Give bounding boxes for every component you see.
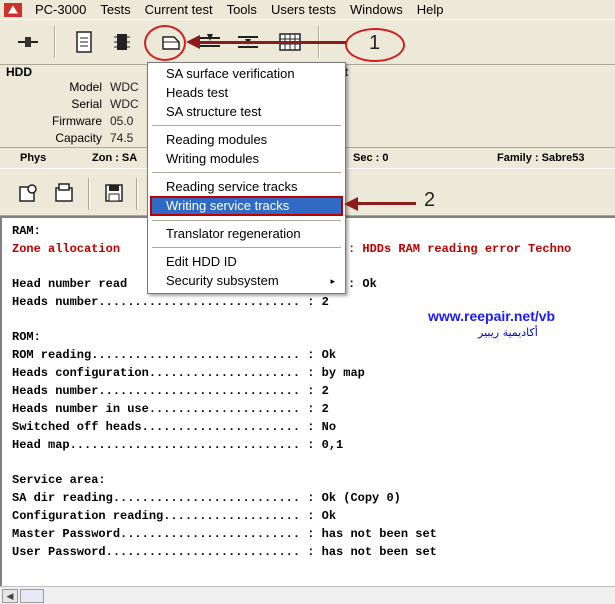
menu-pc3000[interactable]: PC-3000	[28, 2, 93, 17]
log-line: Master Password.........................…	[12, 527, 437, 541]
log-line-error: Zone allocation	[12, 242, 121, 256]
horizontal-scrollbar[interactable]: ◀	[0, 586, 615, 604]
hdd-serial-row: Serial WDC	[0, 97, 150, 114]
load-icon[interactable]	[50, 179, 78, 207]
scroll-thumb[interactable]	[20, 589, 44, 603]
status-family: Family : Sabre53	[497, 152, 585, 164]
menu-item-writing-modules[interactable]: Writing modules	[150, 150, 343, 168]
app-logo-icon	[4, 2, 22, 17]
menu-item-reading-modules[interactable]: Reading modules	[150, 131, 343, 149]
watermark-arabic: أكاديمية ريبير	[478, 326, 538, 339]
annotation-label-2: 2	[424, 189, 436, 211]
annotation-arrow-1-head	[186, 35, 200, 49]
log-line: ROM reading.............................…	[12, 348, 337, 362]
log-line: ROM:	[12, 330, 41, 344]
menu-users-tests[interactable]: Users tests	[264, 2, 343, 17]
toolbar-separator	[88, 178, 90, 210]
menu-item-reading-service-tracks[interactable]: Reading service tracks	[150, 178, 343, 196]
log-line: User Password...........................…	[12, 545, 437, 559]
log-line: Head map................................…	[12, 438, 344, 452]
hdd-model-row: Model WDC	[0, 80, 150, 97]
annotation-arrow-1-line	[196, 41, 346, 44]
menu-tests[interactable]: Tests	[93, 2, 137, 17]
menu-item-heads-test[interactable]: Heads test	[150, 84, 343, 102]
capacity-label: Capacity	[55, 131, 102, 145]
menu-item-edit-hdd-id[interactable]: Edit HDD ID	[150, 253, 343, 271]
log-line: Heads number............................…	[12, 384, 329, 398]
hdd-capacity-row: Capacity 74.5	[0, 131, 150, 148]
scroll-left-icon[interactable]: ◀	[2, 589, 18, 603]
toolbar-separator	[54, 26, 56, 58]
log-line: Heads number............................…	[12, 295, 329, 309]
annotation-arrow-2-head	[344, 197, 358, 211]
status-zone: Zon : SA	[92, 152, 138, 164]
info-icon[interactable]	[70, 28, 98, 56]
annotation-label-1: 1	[369, 32, 381, 54]
menu-windows[interactable]: Windows	[343, 2, 410, 17]
menu-separator	[152, 220, 341, 221]
serial-value: WDC	[110, 97, 139, 111]
menu-item-security-subsystem[interactable]: Security subsystem ▸	[150, 272, 343, 290]
log-line: Service area:	[12, 473, 106, 487]
menu-item-writing-service-tracks[interactable]: Writing service tracks	[150, 196, 343, 216]
log-line: RAM:	[12, 224, 41, 238]
menu-separator	[152, 247, 341, 248]
hdd-firmware-row: Firmware 05.0	[0, 114, 150, 131]
menu-help[interactable]: Help	[410, 2, 451, 17]
serial-label: Serial	[71, 97, 102, 111]
save-icon[interactable]	[100, 179, 128, 207]
log-line: Configuration reading...................…	[12, 509, 337, 523]
menu-current-test[interactable]: Current test	[138, 2, 220, 17]
menu-separator	[152, 172, 341, 173]
capacity-value: 74.5	[110, 131, 134, 145]
tests-dropdown-menu: SA surface verification Heads test SA st…	[147, 62, 346, 294]
menu-item-translator-regeneration[interactable]: Translator regeneration	[150, 225, 343, 243]
submenu-arrow-icon: ▸	[330, 276, 335, 286]
menu-separator	[152, 125, 341, 126]
log-line: Heads configuration.....................…	[12, 366, 365, 380]
connect-icon[interactable]	[14, 28, 42, 56]
log-line: Heads number in use.....................…	[12, 402, 329, 416]
status-sec: Sec : 0	[353, 152, 389, 164]
settings-icon[interactable]	[14, 179, 42, 207]
log-line: SA dir reading..........................…	[12, 491, 401, 505]
log-line-result: : Ok	[348, 277, 377, 291]
annotation-arrow-2-line	[354, 202, 416, 205]
menu-bar: PC-3000 Tests Current test Tools Users t…	[0, 0, 615, 19]
model-value: WDC	[110, 80, 139, 94]
menu-item-sa-surface-verification[interactable]: SA surface verification	[150, 65, 343, 83]
chip-icon[interactable]	[108, 28, 136, 56]
status-phys: Phys	[20, 152, 47, 164]
menu-item-sa-structure-test[interactable]: SA structure test	[150, 103, 343, 121]
firmware-value: 05.0	[110, 114, 134, 128]
annotation-circle-tests-button	[144, 25, 186, 61]
log-line: Head number read	[12, 277, 128, 291]
firmware-label: Firmware	[52, 114, 102, 128]
hdd-panel-title: HDD	[6, 65, 32, 79]
log-line: Switched off heads......................…	[12, 420, 337, 434]
watermark-url: www.reepair.net/vb	[428, 308, 556, 324]
toolbar-separator	[136, 178, 138, 210]
model-label: Model	[69, 80, 102, 94]
log-line-error-result: : HDDs RAM reading error Techno	[348, 242, 572, 256]
menu-tools[interactable]: Tools	[220, 2, 264, 17]
menu-item-security-subsystem-label: Security subsystem	[166, 273, 279, 288]
